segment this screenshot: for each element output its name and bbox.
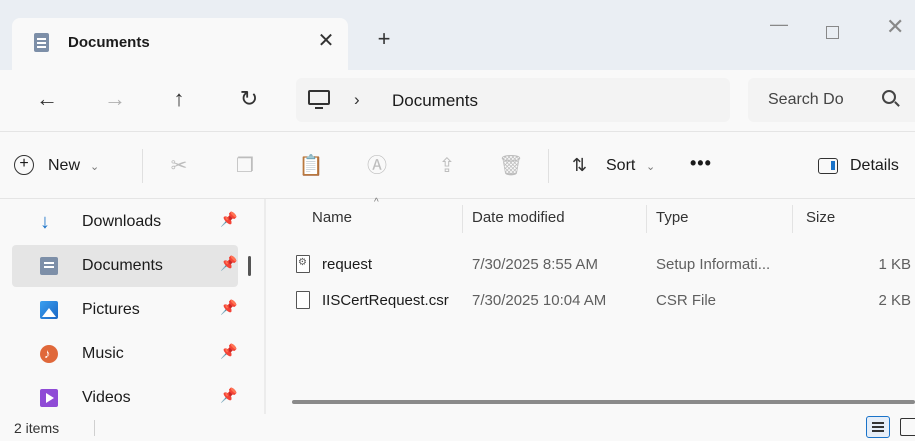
paste-icon[interactable]: 📋 <box>298 153 324 179</box>
documents-icon <box>40 257 58 275</box>
column-header-type[interactable]: Type <box>656 209 689 226</box>
status-bar: 2 items <box>0 414 915 441</box>
sidebar-item-music[interactable]: Music 📌 <box>12 333 238 375</box>
sidebar-item-label: Pictures <box>82 301 140 318</box>
search-input[interactable]: Search Do <box>748 78 915 122</box>
details-view-button[interactable] <box>866 416 890 438</box>
music-icon <box>40 345 58 363</box>
item-count: 2 items <box>14 420 60 436</box>
copy-icon[interactable]: ❐ <box>232 153 258 179</box>
tab-close-button[interactable]: ✕ <box>314 28 338 53</box>
navigation-pane: ↓ Downloads 📌 Documents 📌 Pictures 📌 Mus… <box>0 199 262 414</box>
search-icon[interactable] <box>882 90 896 104</box>
more-options-button[interactable]: ••• <box>690 153 712 174</box>
file-icon <box>296 291 310 309</box>
sidebar-item-documents[interactable]: Documents 📌 <box>12 245 238 287</box>
file-row[interactable]: IISCertRequest.csr 7/30/2025 10:04 AM CS… <box>266 283 915 319</box>
file-type: CSR File <box>656 292 717 309</box>
column-header-name[interactable]: Name <box>312 209 352 226</box>
pin-icon[interactable]: 📌 <box>220 343 237 360</box>
sort-icon[interactable]: ⇅ <box>572 155 587 176</box>
tab-title: Documents <box>68 34 150 51</box>
file-size: 2 KB <box>878 292 911 309</box>
new-plus-icon[interactable]: + <box>14 155 34 175</box>
file-name: IISCertRequest.csr <box>322 292 449 309</box>
sidebar-item-downloads[interactable]: ↓ Downloads 📌 <box>12 201 238 243</box>
column-header-label: Name <box>312 209 353 226</box>
up-button[interactable]: ↑ <box>164 86 194 112</box>
column-divider[interactable] <box>646 205 647 233</box>
sidebar-item-label: Videos <box>82 389 131 406</box>
details-pane-icon[interactable] <box>818 158 838 174</box>
pin-icon[interactable]: 📌 <box>220 211 237 228</box>
command-bar: + New ⌄ ✂ ❐ 📋 Ⓐ ⇪ 🗑 ⇅ Sort ⌄ ••• Details <box>0 133 915 199</box>
forward-button[interactable]: → <box>100 86 130 112</box>
sidebar-item-videos[interactable]: Videos 📌 <box>12 377 238 419</box>
chevron-down-icon[interactable]: ⌄ <box>90 160 99 173</box>
file-date: 7/30/2025 8:55 AM <box>472 256 598 273</box>
documents-icon <box>34 33 49 52</box>
this-pc-icon <box>308 90 330 109</box>
sidebar-item-label: Music <box>82 345 124 362</box>
file-date: 7/30/2025 10:04 AM <box>472 292 607 309</box>
address-input[interactable]: › Documents <box>296 78 730 122</box>
maximize-button[interactable] <box>826 26 839 39</box>
navigation-scrollbar[interactable] <box>248 256 251 276</box>
toolbar-divider <box>548 149 549 183</box>
delete-icon[interactable]: 🗑 <box>498 153 524 179</box>
sort-button[interactable]: Sort <box>606 157 635 175</box>
column-header-size[interactable]: Size <box>806 209 835 226</box>
file-type: Setup Informati... <box>656 256 771 273</box>
download-icon: ↓ <box>40 211 50 233</box>
sidebar-item-label: Downloads <box>82 213 162 230</box>
videos-icon <box>40 389 58 407</box>
file-row[interactable]: request 7/30/2025 8:55 AM Setup Informat… <box>266 247 915 283</box>
pin-icon[interactable]: 📌 <box>220 255 237 272</box>
sort-ascending-icon: ^ <box>374 197 379 208</box>
title-bar: Documents ✕ + — ✕ <box>0 0 915 70</box>
new-tab-button[interactable]: + <box>372 26 396 52</box>
column-header-date[interactable]: Date modified <box>472 209 565 226</box>
share-icon[interactable]: ⇪ <box>434 153 460 179</box>
tiles-view-button[interactable] <box>900 418 915 436</box>
file-list: Name ^ Date modified Type Size request 7… <box>266 197 915 414</box>
column-divider[interactable] <box>792 205 793 233</box>
tab-documents[interactable]: Documents ✕ <box>12 18 348 70</box>
cut-icon[interactable]: ✂ <box>166 153 192 179</box>
close-window-button[interactable]: ✕ <box>886 14 904 40</box>
setup-file-icon <box>296 255 310 273</box>
column-divider[interactable] <box>462 205 463 233</box>
rename-icon[interactable]: Ⓐ <box>364 153 390 179</box>
back-button[interactable]: ← <box>32 86 62 112</box>
file-size: 1 KB <box>878 256 911 273</box>
refresh-button[interactable]: ↻ <box>234 86 264 112</box>
new-button[interactable]: New <box>48 157 80 175</box>
pin-icon[interactable]: 📌 <box>220 387 237 404</box>
pin-icon[interactable]: 📌 <box>220 299 237 316</box>
chevron-down-icon[interactable]: ⌄ <box>646 160 655 173</box>
file-name: request <box>322 256 373 273</box>
sidebar-item-label: Documents <box>82 257 163 274</box>
horizontal-scrollbar[interactable] <box>292 400 915 404</box>
minimize-button[interactable]: — <box>770 14 788 35</box>
address-bar: ← → ↑ ↻ › Documents Search Do <box>0 70 915 132</box>
pictures-icon <box>40 301 58 319</box>
toolbar-divider <box>142 149 143 183</box>
details-button[interactable]: Details <box>850 157 899 175</box>
breadcrumb-documents[interactable]: Documents <box>392 91 478 111</box>
sidebar-item-pictures[interactable]: Pictures 📌 <box>12 289 238 331</box>
status-divider <box>94 420 95 436</box>
chevron-right-icon[interactable]: › <box>354 90 360 110</box>
search-placeholder: Search Do <box>768 91 844 108</box>
